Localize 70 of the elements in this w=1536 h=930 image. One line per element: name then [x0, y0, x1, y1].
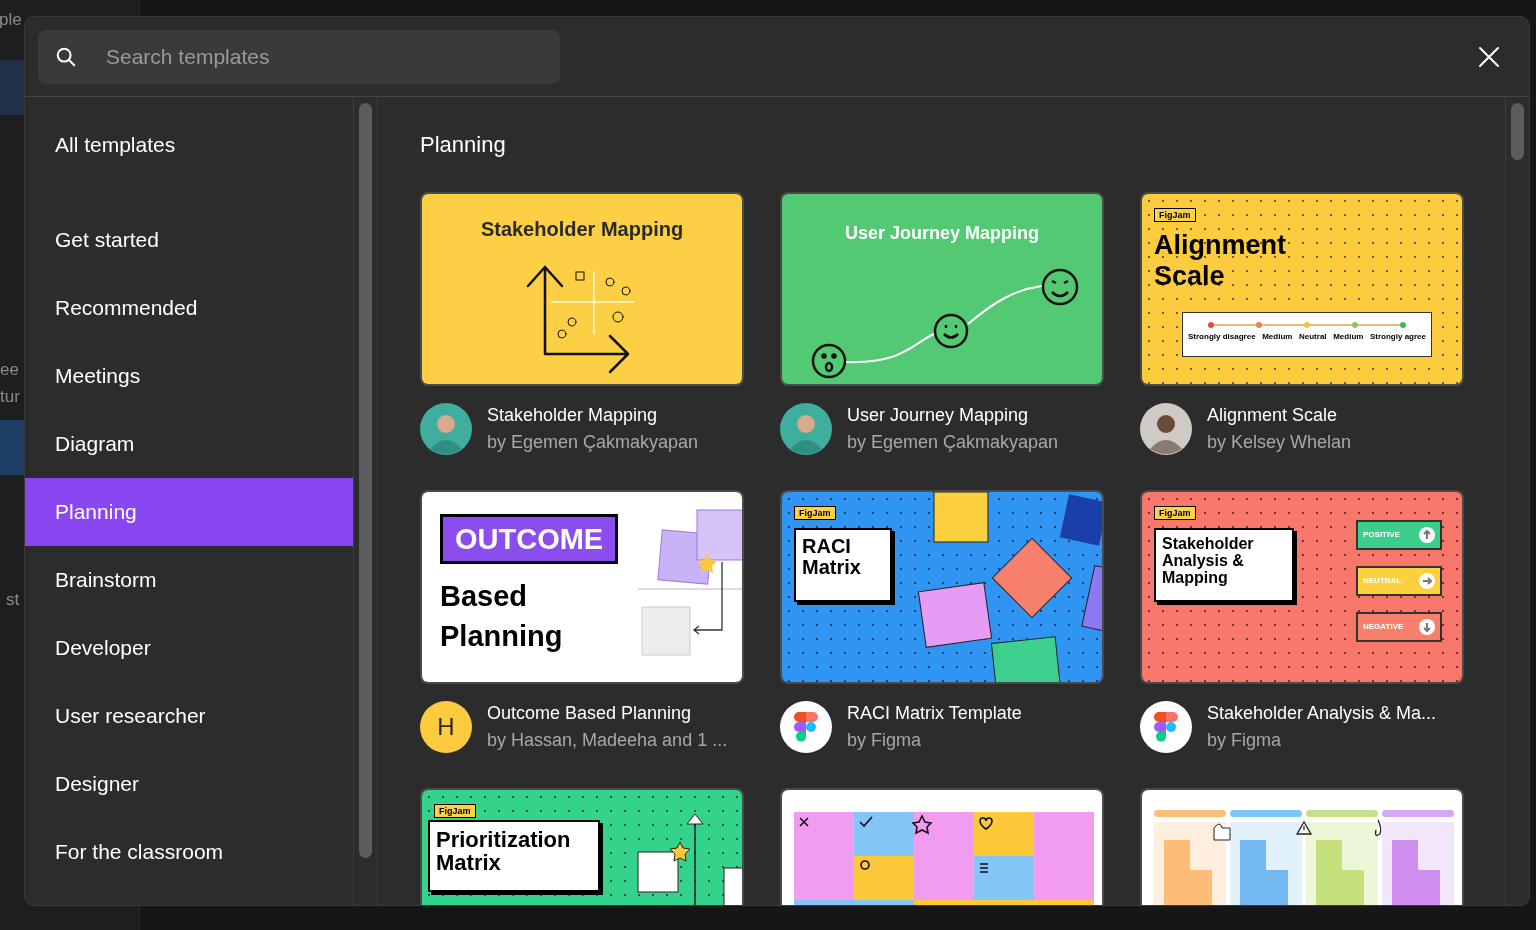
- tag-label: FigJam: [1154, 208, 1196, 222]
- background-text: st: [6, 590, 20, 610]
- sidebar-item[interactable]: Planning: [25, 478, 353, 546]
- thumbnail-title: Alignment Scale: [1154, 230, 1287, 292]
- scale-label: Strongly agree: [1370, 332, 1426, 341]
- template-author: by Figma: [1207, 729, 1283, 752]
- sidebar-item[interactable]: All templates: [25, 111, 353, 179]
- template-author: by Figma: [847, 729, 923, 752]
- sidebar-item[interactable]: Brainstorm: [25, 546, 353, 614]
- arrow-down-icon: [1419, 619, 1435, 635]
- template-title[interactable]: Stakeholder Mapping: [487, 402, 699, 429]
- sidebar-item[interactable]: Diagram: [25, 410, 353, 478]
- sidebar-item[interactable]: Developer: [25, 614, 353, 682]
- tag-label: FigJam: [1154, 506, 1196, 520]
- thumbnail-title: Prioritization Matrix: [428, 820, 600, 892]
- close-icon: [1478, 45, 1500, 68]
- template-title[interactable]: Stakeholder Analysis & Ma...: [1207, 700, 1437, 727]
- template-thumbnail[interactable]: FigJam Prioritization Matrix: [420, 788, 744, 905]
- template-thumbnail[interactable]: FigJam RACI Matrix: [780, 490, 1104, 684]
- sentiment-label: POSITIVE: [1356, 520, 1442, 550]
- background-row: [0, 420, 24, 475]
- thumbnail-title: RACI Matrix: [794, 528, 892, 602]
- sidebar-item[interactable]: Meetings: [25, 342, 353, 410]
- figma-logo-icon: [780, 701, 832, 753]
- tag-label: FigJam: [794, 506, 836, 520]
- scale-label: Medium: [1262, 332, 1293, 341]
- template-thumbnail[interactable]: FigJam Alignment Scale Strongly disagree Medium Neutral Medium Strongly agree: [1140, 192, 1464, 386]
- scale-label: Medium: [1333, 332, 1364, 341]
- template-author: by Kelsey Whelan: [1207, 431, 1352, 454]
- template-thumbnail[interactable]: OUTCOME Based Planning: [420, 490, 744, 684]
- scrollbar-thumb[interactable]: [1511, 103, 1524, 160]
- thumbnail-title: User Journey Mapping: [843, 222, 1040, 245]
- template-author: by Egemen Çakmakyapan: [847, 431, 1059, 454]
- template-author: by Hassan, Madeeha and 1 ...: [487, 729, 728, 752]
- figma-logo-icon: [1140, 701, 1192, 753]
- search-field[interactable]: Search templates: [38, 29, 560, 84]
- avatar-icon: [780, 403, 832, 455]
- sidebar-item[interactable]: For the classroom: [25, 818, 353, 886]
- template-thumbnail[interactable]: Stakeholder Mapping: [420, 192, 744, 386]
- sidebar-item[interactable]: User researcher: [25, 682, 353, 750]
- background-text: tur: [0, 387, 20, 407]
- thumbnail-subtitle: Based Planning: [440, 579, 564, 654]
- scale-label: Neutral: [1299, 332, 1327, 341]
- thumbnail-title: Stakeholder Mapping: [479, 217, 685, 242]
- background-row: [0, 60, 24, 115]
- template-title[interactable]: RACI Matrix Template: [847, 700, 1022, 727]
- template-thumbnail[interactable]: FigJam Stakeholder Analysis & Mapping POSITIVE NEUTRAL NEGATIVE: [1140, 490, 1464, 684]
- arrow-right-icon: [1419, 573, 1435, 589]
- background-text: ple: [0, 10, 22, 30]
- template-author: by Egemen Çakmakyapan: [487, 431, 699, 454]
- arrow-up-icon: [1419, 527, 1435, 543]
- template-title[interactable]: User Journey Mapping: [847, 402, 1059, 429]
- avatar-icon: [420, 403, 472, 455]
- thumbnail-title: Stakeholder Analysis & Mapping: [1154, 528, 1294, 602]
- sentiment-label: NEUTRAL: [1356, 566, 1442, 596]
- background-text: ee: [0, 360, 19, 380]
- avatar-icon: [1140, 403, 1192, 455]
- sentiment-label: NEGATIVE: [1356, 612, 1442, 642]
- sidebar-item[interactable]: Recommended: [25, 274, 353, 342]
- avatar-initial: H: [420, 701, 472, 753]
- section-heading: Planning: [420, 131, 507, 159]
- thumbnail-title: OUTCOME: [440, 514, 619, 564]
- tag-label: FigJam: [434, 804, 476, 818]
- scrollbar-thumb[interactable]: [359, 103, 372, 858]
- sidebar-item[interactable]: Designer: [25, 750, 353, 818]
- template-title[interactable]: Alignment Scale: [1207, 402, 1352, 429]
- sidebar-item[interactable]: Get started: [25, 206, 353, 274]
- template-title[interactable]: Outcome Based Planning: [487, 700, 728, 727]
- scale-label: Strongly disagree: [1188, 332, 1256, 341]
- search-icon: [55, 45, 77, 68]
